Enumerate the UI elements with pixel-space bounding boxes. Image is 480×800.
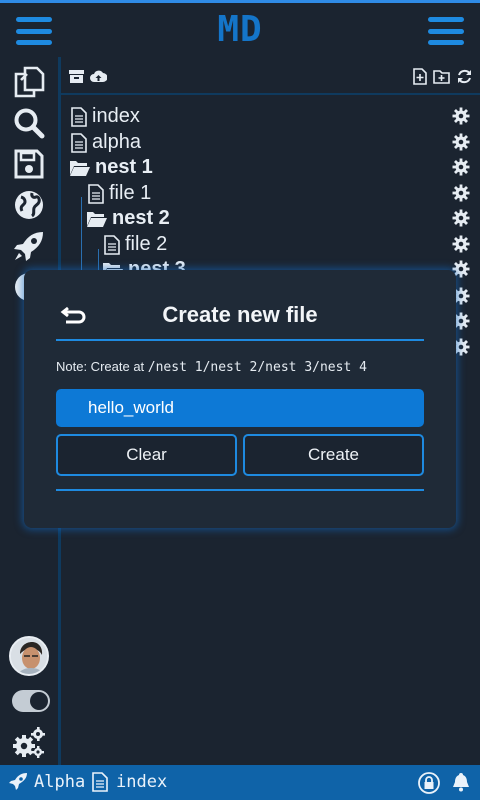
location-note: Note: Create at /nest 1/nest 2/nest 3/ne…	[56, 359, 367, 375]
gear-icon[interactable]	[452, 107, 470, 125]
gear-icon[interactable]	[452, 209, 470, 227]
save-icon[interactable]	[10, 145, 48, 183]
right-menu-button[interactable]	[428, 17, 464, 45]
filename-input[interactable]: hello_world	[56, 389, 424, 427]
gear-icon[interactable]	[452, 133, 470, 151]
clear-button[interactable]: Clear	[56, 434, 237, 476]
folder-open-icon	[70, 160, 90, 176]
file-icon	[71, 106, 87, 127]
tree-item-file[interactable]: index	[61, 104, 480, 129]
status-project[interactable]: Alpha	[8, 772, 85, 792]
globe-icon[interactable]	[10, 186, 48, 224]
tree-item-label: alpha	[92, 131, 141, 153]
divider	[56, 489, 424, 491]
rocket-icon	[9, 773, 27, 790]
search-icon[interactable]	[10, 104, 48, 142]
tree-item-label: nest 1	[95, 156, 153, 178]
create-button[interactable]: Create	[243, 434, 424, 476]
avatar[interactable]	[9, 636, 49, 676]
rocket-icon[interactable]	[10, 227, 48, 265]
gear-icon[interactable]	[452, 235, 470, 253]
status-file[interactable]: index	[90, 772, 167, 792]
tree-item-folder[interactable]: nest 2	[61, 206, 480, 231]
app-header: MD	[0, 3, 480, 57]
file-icon	[88, 183, 104, 204]
tree-item-file[interactable]: file 2	[61, 232, 480, 257]
tree-item-label: file 1	[109, 182, 152, 204]
file-icon	[104, 234, 120, 255]
file-icon	[71, 132, 87, 153]
refresh-icon[interactable]	[456, 68, 473, 85]
folder-open-icon	[87, 211, 107, 227]
archive-icon[interactable]	[68, 68, 85, 85]
gear-icon[interactable]	[452, 184, 470, 202]
files-icon[interactable]	[10, 63, 48, 101]
bell-icon[interactable]	[451, 772, 477, 792]
lock-icon[interactable]	[418, 772, 446, 794]
tree-item-file[interactable]: file 1	[61, 181, 480, 206]
theme-toggle[interactable]	[12, 690, 50, 712]
settings-gears-icon[interactable]	[10, 723, 48, 761]
tree-item-label: index	[92, 105, 140, 127]
tree-item-label: file 2	[125, 233, 168, 255]
dialog-title: Create new file	[162, 302, 318, 327]
tree-item-folder[interactable]: nest 1	[61, 155, 480, 180]
file-icon	[92, 772, 108, 792]
tree-item-file[interactable]: alpha	[61, 130, 480, 155]
note-prefix: Note: Create at	[56, 359, 145, 374]
status-file-label: index	[116, 772, 168, 792]
note-path: /nest 1/nest 2/nest 3/nest 4	[147, 360, 367, 375]
divider	[56, 339, 424, 341]
new-folder-icon[interactable]	[433, 68, 450, 85]
new-file-icon[interactable]	[411, 68, 428, 85]
cloud-upload-icon[interactable]	[90, 68, 107, 85]
tree-item-label: nest 2	[112, 207, 170, 229]
status-bar: Alpha index	[0, 765, 480, 800]
create-file-dialog: Create new file Note: Create at /nest 1/…	[24, 270, 456, 528]
gear-icon[interactable]	[452, 158, 470, 176]
status-project-label: Alpha	[34, 772, 86, 792]
explorer-toolbar	[61, 57, 480, 95]
app-logo: MD	[217, 9, 263, 50]
